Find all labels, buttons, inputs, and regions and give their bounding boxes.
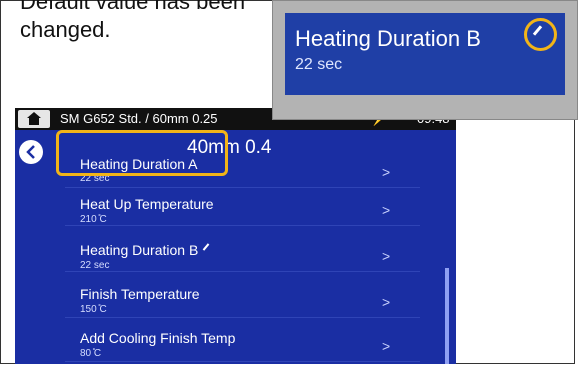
zoom-callout: Heating Duration B 22 sec	[272, 0, 578, 120]
list-item-label: Heat Up Temperature	[80, 196, 214, 212]
chevron-right-icon: >	[382, 202, 391, 218]
highlight-circle	[524, 18, 557, 51]
back-button[interactable]	[19, 140, 43, 164]
list-item-label: Add Cooling Finish Temp	[80, 330, 236, 346]
list-item-heat-up-temperature[interactable]: Heat Up Temperature 210 ̊C >	[65, 188, 420, 226]
chevron-right-icon: >	[382, 164, 391, 180]
list-item-finish-temperature[interactable]: Finish Temperature 150 ̊C >	[65, 280, 420, 318]
description-line-2: changed.	[20, 17, 111, 42]
chevron-right-icon: >	[382, 294, 391, 310]
zoom-title: Heating Duration B	[295, 26, 481, 51]
list-item-value: 150 ̊C	[80, 304, 107, 315]
chevron-right-icon: >	[382, 338, 391, 354]
list-item-value: 22 sec	[80, 260, 110, 271]
list-item-label: Heating Duration B	[80, 242, 199, 258]
highlight-box	[56, 130, 228, 176]
list-item-value: 210 ̊C	[80, 214, 107, 225]
home-button[interactable]	[18, 110, 50, 128]
status-title: SM G652 Std. / 60mm 0.25	[60, 111, 218, 126]
zoom-value: 22 sec	[295, 56, 343, 73]
list-item-value: 80 ̊C	[80, 348, 102, 359]
back-arrow-icon	[26, 145, 35, 159]
list-item-heating-duration-b[interactable]: Heating Duration B 22 sec >	[65, 234, 420, 272]
scrollbar[interactable]	[445, 268, 449, 364]
description-line-1: Default value has been	[20, 0, 246, 14]
list-item-label: Finish Temperature	[80, 286, 200, 302]
home-icon	[27, 112, 41, 125]
list-item-add-cooling-finish-temp[interactable]: Add Cooling Finish Temp 80 ̊C >	[65, 324, 420, 362]
modified-mark-icon	[202, 243, 210, 251]
chevron-right-icon: >	[382, 248, 391, 264]
